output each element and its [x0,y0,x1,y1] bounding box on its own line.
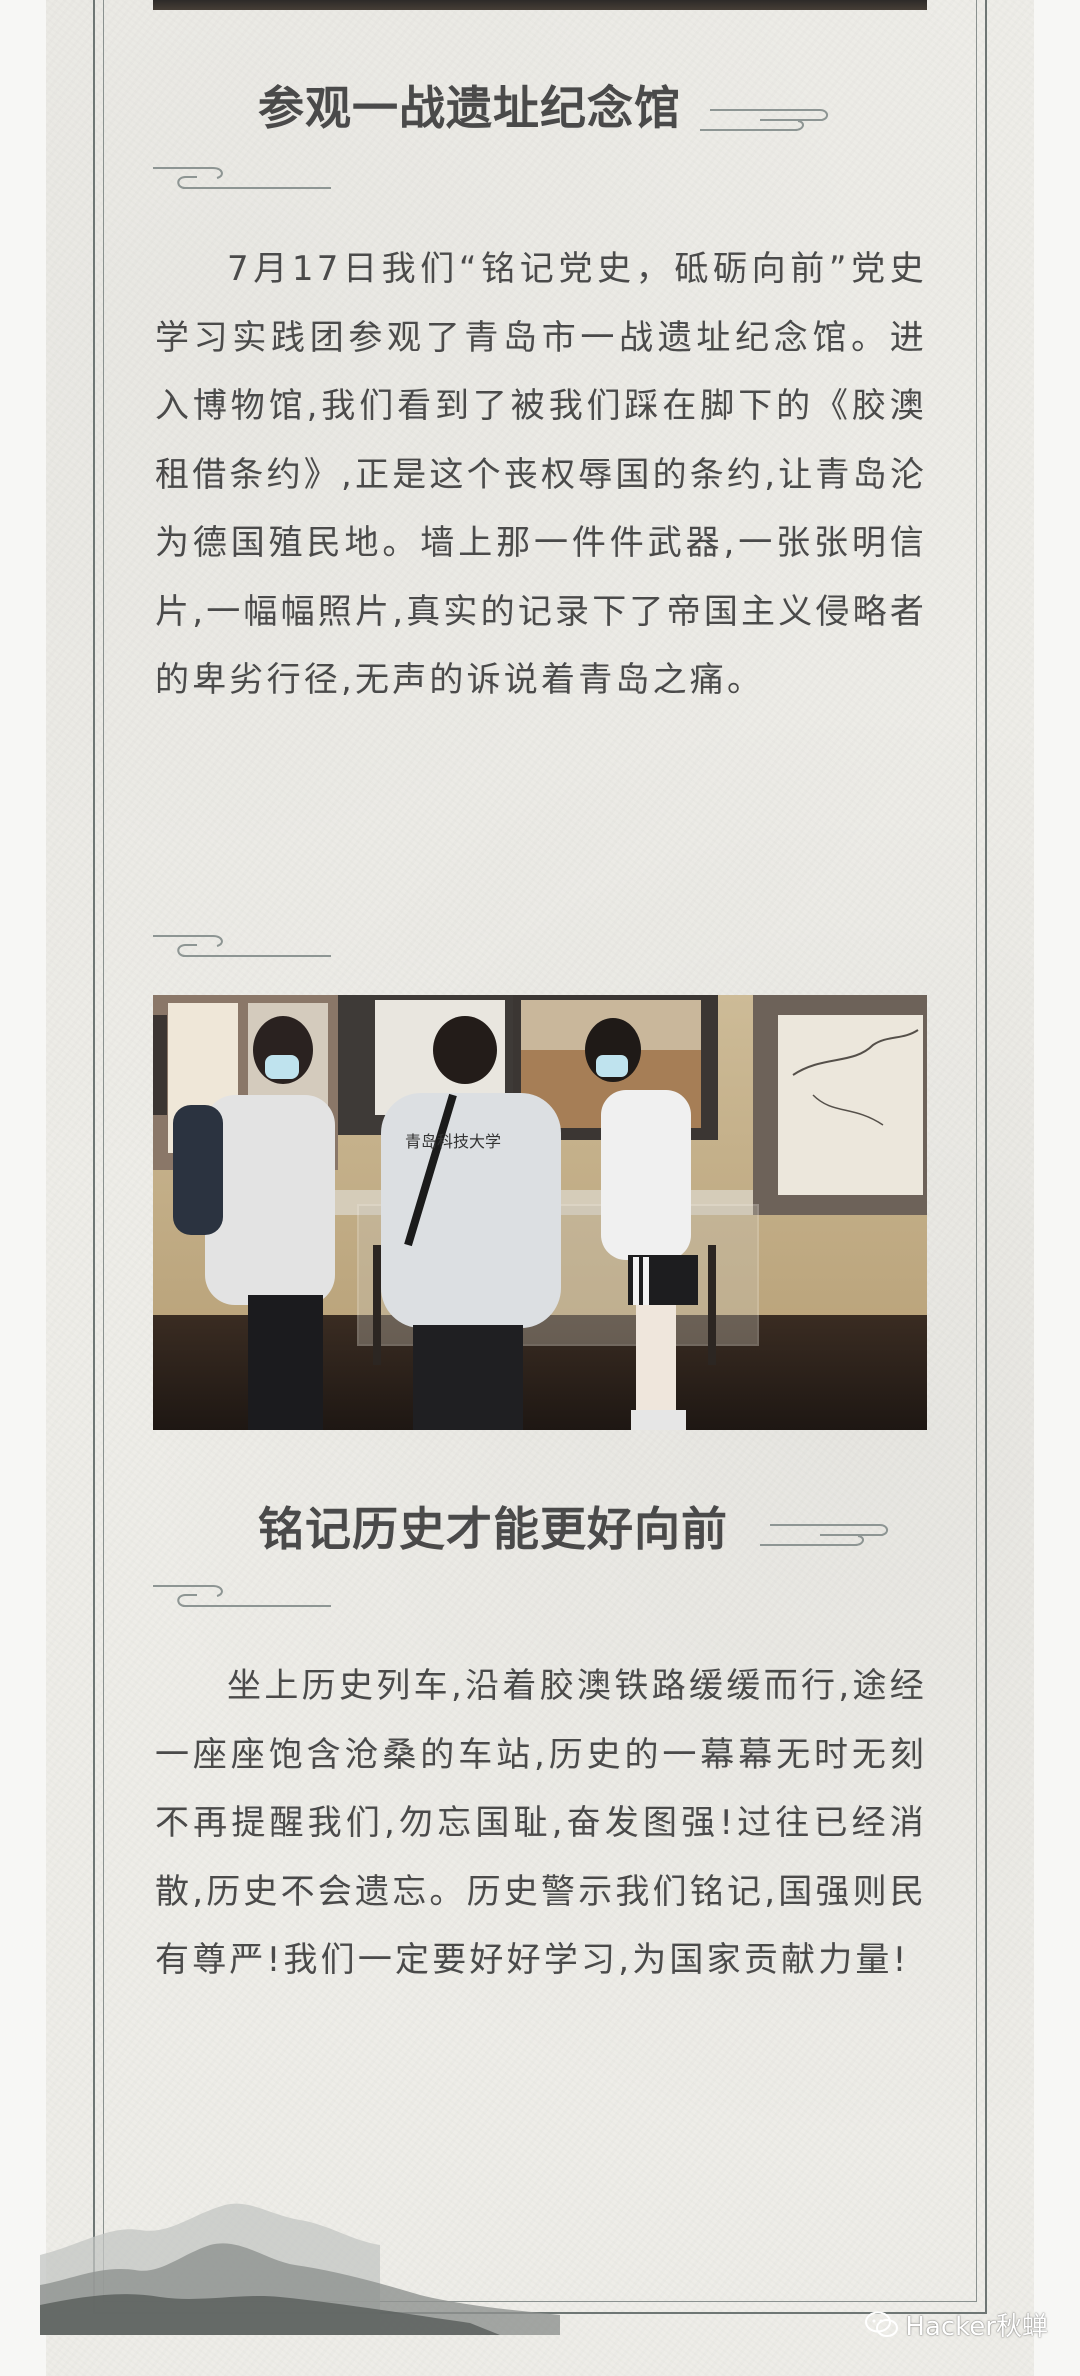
cloud-swirl-decoration [760,1524,888,1546]
previous-photo-edge [153,0,927,10]
shirt-text: 青岛科技大学 [405,1132,501,1151]
watermark-text: Hacker秋蝉 [905,2312,1048,2342]
cloud-swirl-decoration [153,167,331,189]
right-margin-strip [1034,0,1080,2376]
section-title-remember-history: 铭记历史才能更好向前 [258,1502,728,1556]
left-margin-strip [0,0,46,2376]
cloud-swirl-decoration [153,1585,331,1607]
watermark: Hacker秋蝉 [865,2306,1048,2343]
section-body-memorial: 7月17日我们“铭记党史，砥砺向前”党史学习实践团参观了青岛市一战遗址纪念馆。进… [155,249,928,700]
museum-visit-photo: 青岛科技大学 [153,995,927,1430]
wechat-icon [865,2311,899,2337]
section-body-remember-history: 坐上历史列车,沿着胶澳铁路缓缓而行,途经一座座饱含沧桑的车站,历史的一幕幕无时无… [155,1666,928,1980]
cloud-swirl-decoration [153,935,331,957]
cloud-swirl-decoration [700,109,828,131]
ink-mountain-decoration [40,2203,560,2335]
section-title-memorial: 参观一战遗址纪念馆 [258,81,681,135]
